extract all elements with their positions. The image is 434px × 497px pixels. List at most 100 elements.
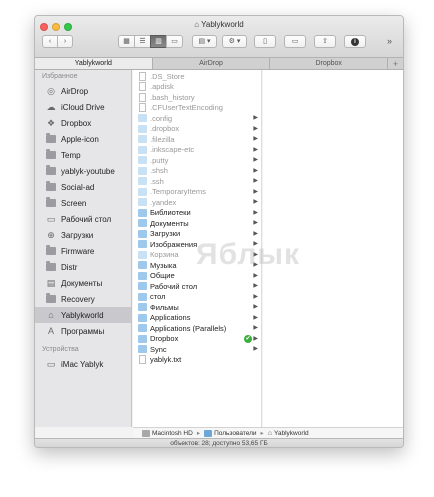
sidebar-item-social-ad[interactable]: Social-ad: [35, 179, 131, 195]
folder-icon: [138, 135, 147, 144]
file-row[interactable]: Dropbox ✔ ▶: [133, 334, 261, 345]
sidebar-item-temp[interactable]: Temp: [35, 147, 131, 163]
tab-dropbox[interactable]: Dropbox: [270, 58, 389, 69]
sidebar-device-imac-yablyk[interactable]: ▭ iMac Yablyk: [35, 356, 131, 372]
file-row[interactable]: .filezilla ▶: [133, 134, 261, 145]
new-folder-group: ▭: [284, 35, 306, 48]
file-row[interactable]: .yandex ▶: [133, 197, 261, 208]
info-icon: i: [351, 37, 359, 46]
sidebar-item-загрузки[interactable]: ⊕ Загрузки: [35, 227, 131, 243]
sidebar-item-firmware[interactable]: Firmware: [35, 243, 131, 259]
action-button[interactable]: ⚙ ▾: [222, 35, 247, 48]
file-name: Корзина: [150, 250, 179, 260]
new-tab-button[interactable]: +: [388, 58, 403, 69]
file-name: Музыка: [150, 260, 177, 270]
column-view-button[interactable]: ▥: [150, 35, 167, 48]
file-row[interactable]: .apdisk: [133, 82, 261, 93]
list-icon: ☰: [139, 38, 146, 45]
folder-shape: [46, 245, 56, 255]
file-row[interactable]: Sync ▶: [133, 344, 261, 355]
icon-view-button[interactable]: ▦: [118, 35, 135, 48]
folder-icon: [138, 292, 147, 301]
file-name: Изображения: [150, 239, 198, 249]
path-users[interactable]: Пользователи: [214, 430, 256, 437]
file-row[interactable]: .dropbox ▶: [133, 124, 261, 135]
sidebar-item-screen[interactable]: Screen: [35, 195, 131, 211]
share-button[interactable]: ⇧: [314, 35, 336, 48]
folder-shape: [46, 261, 56, 271]
arrange-button[interactable]: ▤ ▾: [192, 35, 217, 48]
file-name: .ssh: [150, 176, 164, 186]
file-row[interactable]: .TemporaryItems ▶: [133, 187, 261, 198]
file-row[interactable]: .config ▶: [133, 113, 261, 124]
gear-icon: ⚙ ▾: [228, 38, 241, 45]
sidebar-item-distr[interactable]: Distr: [35, 259, 131, 275]
tab-airdrop[interactable]: AirDrop: [153, 58, 271, 69]
file-row[interactable]: Applications ▶: [133, 313, 261, 324]
desktop-icon: ▭: [46, 213, 56, 224]
sidebar: Избранное ◎ AirDrop ☁ iCloud Drive ❖ Dropbox A…: [35, 70, 132, 427]
disclosure-arrow-icon: ▶: [253, 335, 258, 342]
file-name: Applications (Parallels): [150, 323, 227, 333]
file-row[interactable]: .bash_history: [133, 92, 261, 103]
favorites-list: ◎ AirDrop ☁ iCloud Drive ❖ Dropbox Apple-icon T…: [35, 83, 131, 339]
sidebar-item-airdrop[interactable]: ◎ AirDrop: [35, 83, 131, 99]
file-name: Документы: [150, 218, 189, 228]
info-button[interactable]: i: [344, 35, 366, 48]
list-view-button[interactable]: ☰: [134, 35, 151, 48]
file-row[interactable]: yablyk.txt: [133, 355, 261, 366]
file-name: .inkscape-etc: [150, 145, 195, 155]
file-row[interactable]: .inkscape-etc ▶: [133, 145, 261, 156]
sidebar-item-программы[interactable]: A Программы: [35, 323, 131, 339]
path-separator-icon: ▸: [196, 430, 201, 437]
sidebar-item-yablyk-youtube[interactable]: yablyk-youtube: [35, 163, 131, 179]
folder-shape: [46, 181, 56, 191]
file-icon: [139, 92, 146, 102]
coverflow-view-button[interactable]: ▭: [166, 35, 183, 48]
sidebar-item-apple-icon[interactable]: Apple-icon: [35, 131, 131, 147]
file-row[interactable]: Библиотеки ▶: [133, 208, 261, 219]
sidebar-item-dropbox[interactable]: ❖ Dropbox: [35, 115, 131, 131]
folder-shape: [46, 149, 56, 159]
trash-button[interactable]: ▯: [254, 35, 276, 48]
file-row[interactable]: стол ▶: [133, 292, 261, 303]
disclosure-arrow-icon: ▶: [253, 314, 258, 321]
path-disk[interactable]: Macintosh HD: [152, 430, 193, 437]
toolbar-overflow-button[interactable]: »: [387, 36, 392, 49]
sidebar-item-документы[interactable]: ▤ Документы: [35, 275, 131, 291]
file-row[interactable]: Applications (Parallels) ▶: [133, 323, 261, 334]
file-row[interactable]: .ssh ▶: [133, 176, 261, 187]
folder-shape: [46, 133, 56, 143]
trash-group: ▯: [254, 35, 276, 48]
chevron-left-icon: ‹: [48, 38, 52, 45]
file-name: Рабочий стол: [150, 281, 198, 291]
disclosure-arrow-icon: ▶: [253, 209, 258, 216]
file-row[interactable]: Документы ▶: [133, 218, 261, 229]
sidebar-item-рабочий-стол[interactable]: ▭ Рабочий стол: [35, 211, 131, 227]
path-home[interactable]: Yablykworld: [274, 430, 309, 437]
finder-window: ⌂ Yablykworld ‹ › ▦ ☰ ▥ ▭ ▤ ▾ ⚙ ▾ ▯ ▭ ⇧ i: [34, 15, 404, 448]
path-separator-icon: ▸: [260, 430, 264, 437]
file-row[interactable]: .DS_Store: [133, 71, 261, 82]
sidebar-item-yablykworld[interactable]: ⌂ Yablykworld: [35, 307, 131, 323]
tab-yablykworld[interactable]: Yablykworld: [35, 58, 153, 69]
file-row[interactable]: Рабочий стол ▶: [133, 281, 261, 292]
file-row[interactable]: Фильмы ▶: [133, 302, 261, 313]
file-row[interactable]: .putty ▶: [133, 155, 261, 166]
file-row[interactable]: .CFUserTextEncoding: [133, 103, 261, 114]
file-row[interactable]: .shsh ▶: [133, 166, 261, 177]
file-row[interactable]: Общие ▶: [133, 271, 261, 282]
sidebar-item-label: Firmware: [61, 246, 95, 256]
action-group: ⚙ ▾: [222, 35, 247, 48]
disclosure-arrow-icon: ▶: [253, 136, 258, 142]
folder-icon: [138, 187, 147, 196]
folder-icon: [138, 156, 147, 165]
file-name: Sync: [150, 344, 167, 354]
folder-icon: [138, 208, 147, 217]
sidebar-item-label: Загрузки: [61, 230, 94, 240]
back-button[interactable]: ‹: [42, 35, 58, 48]
new-folder-button[interactable]: ▭: [284, 35, 306, 48]
sidebar-item-recovery[interactable]: Recovery: [35, 291, 131, 307]
sidebar-item-icloud-drive[interactable]: ☁ iCloud Drive: [35, 99, 131, 115]
forward-button[interactable]: ›: [57, 35, 73, 48]
